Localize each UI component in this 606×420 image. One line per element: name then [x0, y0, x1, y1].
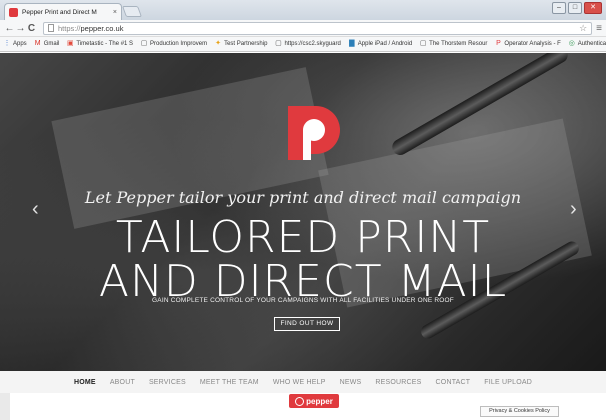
- hero-banner: Let Pepper tailor your print and direct …: [0, 53, 606, 371]
- bookmark-label: Gmail: [43, 41, 60, 47]
- browser-titlebar: Pepper Print and Direct M × – □ ✕: [0, 0, 606, 20]
- slider-prev-arrow-icon[interactable]: ‹: [32, 198, 39, 221]
- maximize-button[interactable]: □: [568, 2, 582, 14]
- bookmark-label: Operator Analysis - F: [504, 41, 561, 47]
- timetastic-icon: ▣: [67, 40, 74, 47]
- bookmark-label: Apple iPad / Android: [357, 41, 413, 47]
- bookmark-item[interactable]: ▢ Production Improvem: [140, 40, 207, 48]
- nav-item-file-upload[interactable]: FILE UPLOAD: [484, 379, 532, 386]
- close-window-button[interactable]: ✕: [584, 2, 602, 14]
- page-icon: ▢: [419, 40, 427, 47]
- url-host: pepper.co.uk: [80, 23, 124, 33]
- gmail-icon: M: [34, 40, 41, 47]
- bookmark-item[interactable]: ✦ Test Partnership: [214, 40, 267, 48]
- pepper-footer-logo[interactable]: pepper: [289, 394, 339, 408]
- bookmark-item[interactable]: ◎Authentication - New: [568, 40, 606, 48]
- browser-toolbar: ← → C https:// pepper.co.uk ☆ ≡: [0, 20, 606, 37]
- nav-item-who-we-help[interactable]: WHO WE HELP: [273, 379, 326, 386]
- pepper-icon: P: [496, 40, 501, 47]
- nav-item-home[interactable]: HOME: [74, 379, 96, 386]
- bookmark-label: Test Partnership: [224, 41, 268, 47]
- bookmark-star-icon[interactable]: ☆: [579, 23, 587, 34]
- test-partnership-icon: ✦: [215, 40, 222, 47]
- back-arrow-icon[interactable]: ←: [4, 23, 15, 34]
- nav-item-resources[interactable]: RESOURCES: [375, 379, 421, 386]
- slider-next-arrow-icon[interactable]: ›: [570, 198, 577, 221]
- page-icon: [48, 24, 54, 32]
- bookmark-item[interactable]: ▣ Timetastic - The #1 S: [66, 40, 133, 48]
- nav-item-news[interactable]: NEWS: [340, 379, 362, 386]
- bookmark-label: Production Improvem: [150, 41, 208, 47]
- page-icon: ▢: [140, 40, 148, 47]
- nav-item-contact[interactable]: CONTACT: [436, 379, 471, 386]
- app-icon: ▇: [349, 40, 355, 47]
- tab-close-icon[interactable]: ×: [113, 9, 117, 16]
- minimize-button[interactable]: –: [552, 2, 566, 14]
- url-scheme: https://: [58, 23, 81, 33]
- main-navigation: HOME ABOUT SERVICES MEET THE TEAM WHO WE HEL…: [0, 371, 606, 393]
- forward-arrow-icon[interactable]: →: [15, 23, 26, 34]
- nav-item-services[interactable]: SERVICES: [149, 379, 186, 386]
- pepper-p-icon: [295, 396, 305, 406]
- bookmark-item[interactable]: ▢ https://csc2.skyguard: [274, 40, 341, 48]
- page-footer-area: pepper Privacy & Cookies Policy: [0, 393, 606, 420]
- reload-icon[interactable]: C: [26, 23, 37, 34]
- footer-logo-text: pepper: [306, 396, 333, 406]
- bookmark-label: Timetastic - The #1 S: [76, 41, 134, 47]
- auth-icon: ◎: [568, 40, 575, 47]
- new-tab-button[interactable]: [121, 6, 143, 17]
- page-icon: ▢: [275, 40, 282, 47]
- nav-item-about[interactable]: ABOUT: [110, 379, 135, 386]
- pepper-favicon-icon: [9, 7, 18, 17]
- address-bar[interactable]: https:// pepper.co.uk ☆: [43, 21, 593, 35]
- left-page-edge: [0, 393, 10, 420]
- bookmark-label: Authentication - New: [577, 41, 606, 47]
- window-controls: – □ ✕: [552, 2, 602, 14]
- bookmarks-bar: ⋮ Apps M Gmail ▣ Timetastic - The #1 S ▢ Produc…: [0, 37, 606, 52]
- nav-item-meet-the-team[interactable]: MEET THE TEAM: [200, 379, 259, 386]
- tab-title: Pepper Print and Direct M: [22, 8, 97, 16]
- bookmark-item[interactable]: ⋮ Apps: [3, 40, 27, 48]
- bookmark-item[interactable]: P Operator Analysis - F: [494, 40, 561, 48]
- bookmark-item[interactable]: ▢ The Thorstem Resour: [419, 40, 488, 48]
- browser-tab[interactable]: Pepper Print and Direct M ×: [4, 3, 122, 20]
- bookmark-item[interactable]: ▇ Apple iPad / Android: [348, 40, 412, 48]
- bookmark-label: The Thorstem Resour: [429, 41, 488, 47]
- hero-tagline: Let Pepper tailor your print and direct …: [84, 188, 522, 207]
- bookmark-item[interactable]: M Gmail: [34, 40, 60, 48]
- chrome-menu-icon[interactable]: ≡: [596, 23, 602, 34]
- find-out-how-button[interactable]: FIND OUT HOW: [274, 317, 340, 331]
- privacy-cookies-button[interactable]: Privacy & Cookies Policy: [480, 406, 559, 417]
- bookmark-label: Apps: [13, 41, 27, 47]
- pepper-logo-icon: [288, 106, 340, 160]
- bookmark-label: https://csc2.skyguard: [284, 41, 341, 47]
- hero-subline: GAIN COMPLETE CONTROL OF YOUR CAMPAIGNS …: [152, 297, 454, 304]
- apps-icon: ⋮: [3, 40, 11, 47]
